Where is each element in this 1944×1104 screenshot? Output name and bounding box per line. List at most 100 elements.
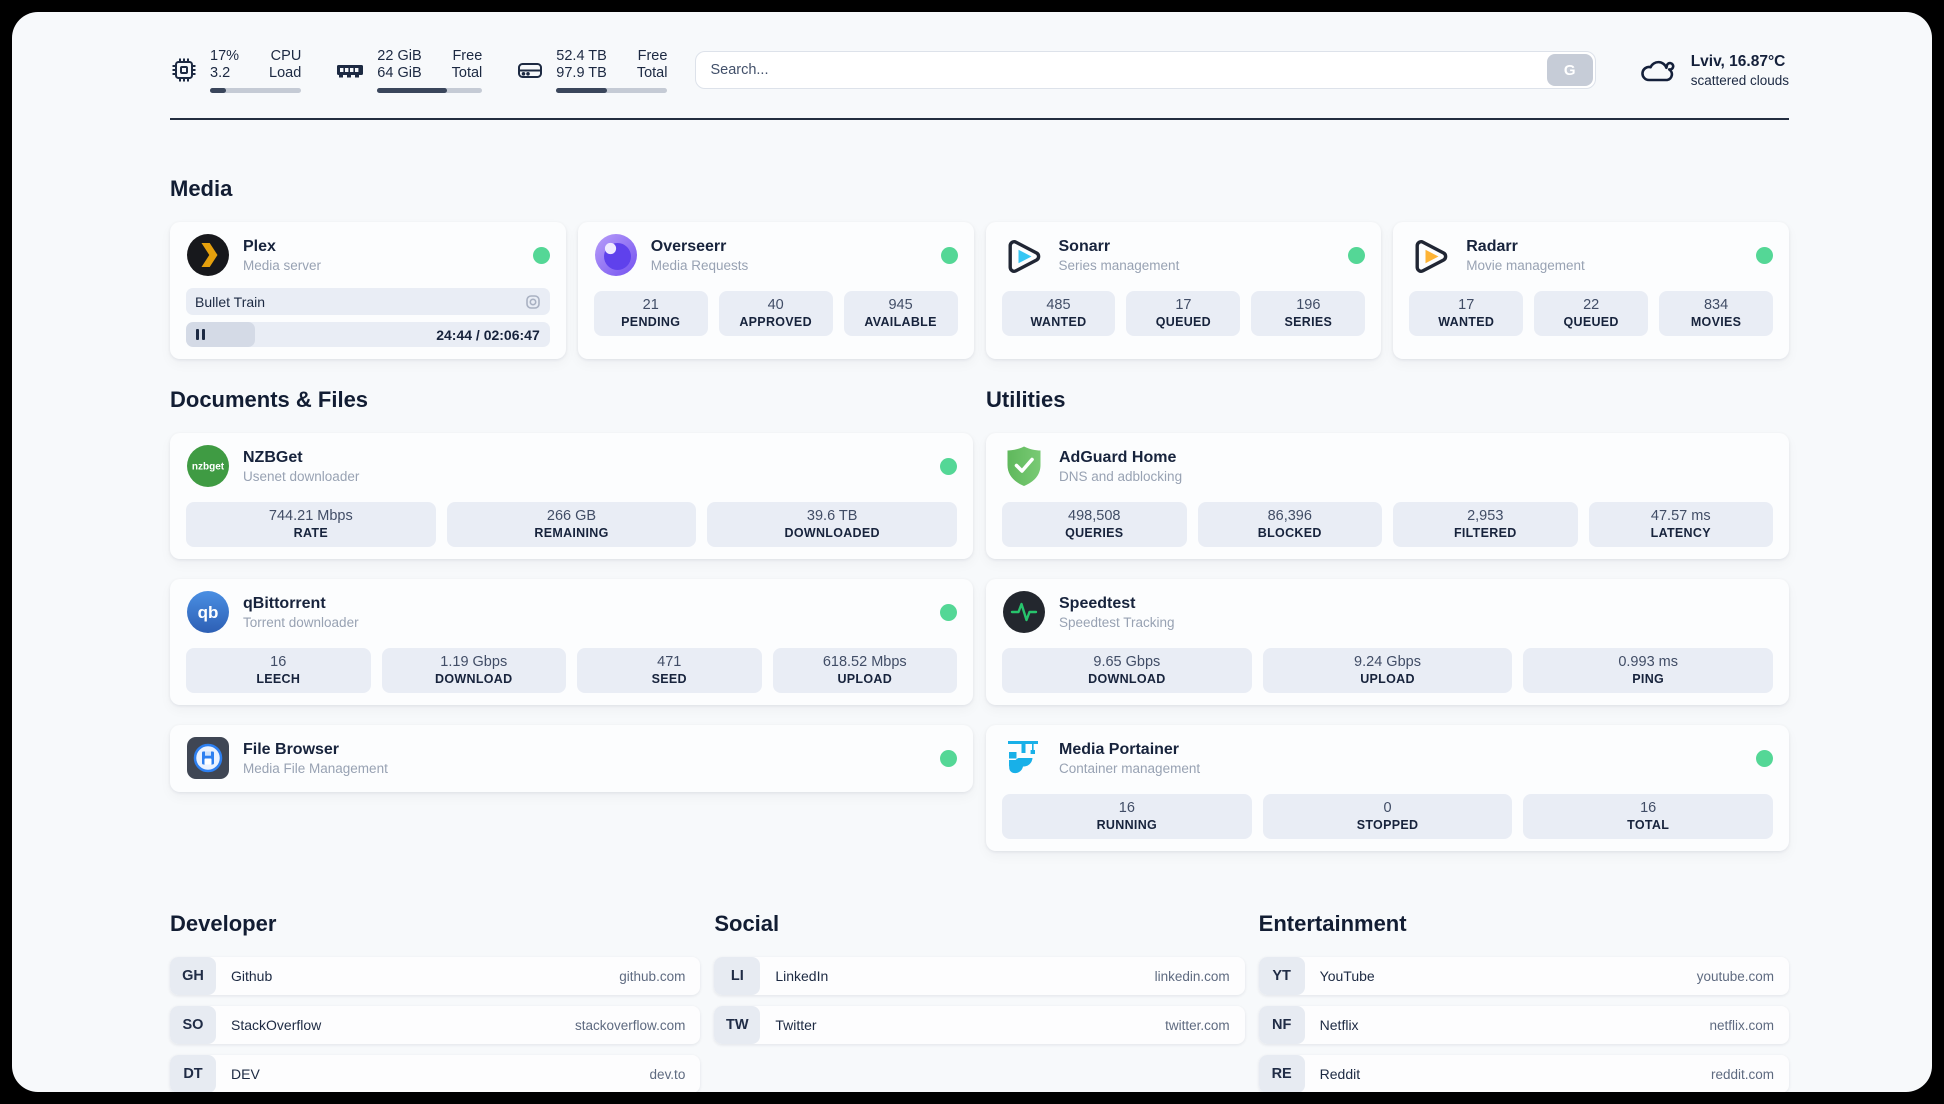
disk-progress-track <box>556 87 668 93</box>
ram-label-1: Free <box>452 47 483 64</box>
disk-total-value: 97.9 TB <box>556 64 607 81</box>
now-playing-title: Bullet Train <box>195 293 266 310</box>
card-filebrowser[interactable]: File Browser Media File Management <box>170 725 973 792</box>
card-speedtest[interactable]: Speedtest Speedtest Tracking 9.65 Gbps D… <box>986 579 1789 705</box>
disk-free-value: 52.4 TB <box>556 47 607 64</box>
stat-available: 945 AVAILABLE <box>843 291 958 336</box>
stat-queued: 17 QUEUED <box>1126 291 1241 336</box>
disk-label-2: Total <box>636 64 668 81</box>
search-input[interactable] <box>695 51 1596 89</box>
ram-stat: 22 GiB Free 64 GiB Total <box>335 47 483 93</box>
card-qbittorrent[interactable]: qb qBittorrent Torrent downloader 16 LEE… <box>170 579 973 705</box>
app-name: Speedtest <box>1059 594 1136 612</box>
stat-blocked: 86,396 BLOCKED <box>1197 502 1382 547</box>
stat-running: 16 RUNNING <box>1002 794 1252 839</box>
weather-widget: Lviv, 16.87°C scattered clouds <box>1638 53 1789 88</box>
header-divider <box>170 118 1789 120</box>
link-stackoverflow[interactable]: SO StackOverflow stackoverflow.com <box>170 1006 701 1044</box>
link-reddit[interactable]: RE Reddit reddit.com <box>1258 1055 1789 1092</box>
section-entertainment: Entertainment YT YouTube youtube.com NF … <box>1258 911 1789 1092</box>
stat-pending: 21 PENDING <box>593 291 708 336</box>
app-name: qBittorrent <box>243 594 326 612</box>
stat-approved: 40 APPROVED <box>718 291 833 336</box>
app-desc: Usenet downloader <box>243 468 360 484</box>
section-media: Media Plex Media server Bullet Train 24:… <box>170 176 1789 359</box>
disk-progress-fill <box>556 87 608 93</box>
svg-text:nzbget: nzbget <box>192 462 225 473</box>
link-netflix[interactable]: NF Netflix netflix.com <box>1258 1006 1789 1044</box>
sonarr-icon <box>1008 240 1040 273</box>
section-developer: Developer GH Github github.com SO StackO… <box>170 911 701 1092</box>
status-dot-online <box>532 246 550 264</box>
link-badge: GH <box>170 957 216 995</box>
status-dot-online <box>940 457 957 475</box>
stat-series: 196 SERIES <box>1251 291 1366 336</box>
section-title-developer: Developer <box>170 911 277 936</box>
link-dev[interactable]: DT DEV dev.to <box>170 1055 701 1092</box>
ram-progress-track <box>377 87 483 93</box>
link-badge: RE <box>1258 1055 1305 1092</box>
pause-button[interactable] <box>196 329 205 340</box>
search-engine-button[interactable]: G <box>1546 54 1593 86</box>
status-dot-online <box>1348 246 1366 264</box>
speedtest-icon <box>1003 591 1045 633</box>
app-desc: DNS and adblocking <box>1059 468 1183 484</box>
section-social: Social LI LinkedIn linkedin.com TW Twitt… <box>714 911 1245 1044</box>
cpu-label-1: CPU <box>270 47 302 64</box>
section-title-entertainment: Entertainment <box>1258 911 1407 936</box>
app-name: Sonarr <box>1058 237 1111 255</box>
stat-movies: 834 MOVIES <box>1659 291 1774 336</box>
link-github[interactable]: GH Github github.com <box>170 957 701 995</box>
ram-free-value: 22 GiB <box>377 47 422 64</box>
stat-remaining: 266 GB REMAINING <box>446 502 697 547</box>
section-title-media: Media <box>170 176 233 201</box>
section-utilities: Utilities AdGuard Home DNS and adblockin… <box>986 387 1789 851</box>
card-sonarr[interactable]: Sonarr Series management 485 WANTED 17 Q… <box>985 222 1382 359</box>
stat-filtered: 2,953 FILTERED <box>1393 502 1578 547</box>
svg-text:qb: qb <box>198 603 219 622</box>
link-badge: DT <box>170 1055 216 1092</box>
stat-wanted: 485 WANTED <box>1001 291 1116 336</box>
cpu-progress-track <box>210 87 302 93</box>
link-linkedin[interactable]: LI LinkedIn linkedin.com <box>714 957 1245 995</box>
stat-download: 1.19 Gbps DOWNLOAD <box>381 648 566 693</box>
app-name: Overseerr <box>650 237 727 255</box>
qbittorrent-icon: qb <box>187 591 229 633</box>
app-desc: Movie management <box>1466 257 1585 273</box>
disk-stat: 52.4 TB Free 97.9 TB Total <box>516 47 668 93</box>
playback-time: 24:44 / 02:06:47 <box>436 326 540 343</box>
cpu-percent: 17% <box>210 47 240 64</box>
app-name: NZBGet <box>243 448 303 466</box>
card-overseerr[interactable]: Overseerr Media Requests 21 PENDING 40 A… <box>577 222 974 359</box>
app-desc: Torrent downloader <box>243 614 359 630</box>
disk-label-1: Free <box>637 47 668 64</box>
stat-queries: 498,508 QUERIES <box>1002 502 1187 547</box>
card-nzbget[interactable]: nzbget NZBGet Usenet downloader 744.21 M… <box>170 433 973 559</box>
cpu-icon <box>172 58 196 82</box>
link-twitter[interactable]: TW Twitter twitter.com <box>714 1006 1245 1044</box>
card-adguard[interactable]: AdGuard Home DNS and adblocking 498,508 … <box>986 433 1789 559</box>
app-name: Radarr <box>1466 237 1518 255</box>
ram-total-value: 64 GiB <box>377 64 422 81</box>
stat-upload: 9.24 Gbps UPLOAD <box>1262 648 1513 693</box>
search-bar: G <box>695 51 1596 89</box>
link-badge: SO <box>170 1006 216 1044</box>
filebrowser-icon <box>187 737 229 779</box>
link-youtube[interactable]: YT YouTube youtube.com <box>1258 957 1789 995</box>
now-playing-row: Bullet Train <box>186 288 550 315</box>
card-radarr[interactable]: Radarr Movie management 17 WANTED 22 QUE… <box>1393 222 1789 359</box>
stat-seed: 471 SEED <box>577 648 762 693</box>
stat-download: 9.65 Gbps DOWNLOAD <box>1002 648 1252 693</box>
app-desc: Media server <box>243 257 322 273</box>
session-screen-icon <box>525 294 541 310</box>
stat-wanted: 17 WANTED <box>1409 291 1524 336</box>
nzbget-icon: nzbget <box>187 445 229 487</box>
card-plex[interactable]: Plex Media server Bullet Train 24:44 / 0… <box>170 222 566 359</box>
cloud-icon <box>1640 60 1675 82</box>
disk-icon <box>518 63 543 78</box>
link-badge: NF <box>1258 1006 1305 1044</box>
weather-condition: scattered clouds <box>1690 72 1789 88</box>
link-badge: LI <box>714 957 761 995</box>
card-portainer[interactable]: Media Portainer Container management 16 … <box>986 725 1789 851</box>
app-name: Plex <box>243 237 276 255</box>
